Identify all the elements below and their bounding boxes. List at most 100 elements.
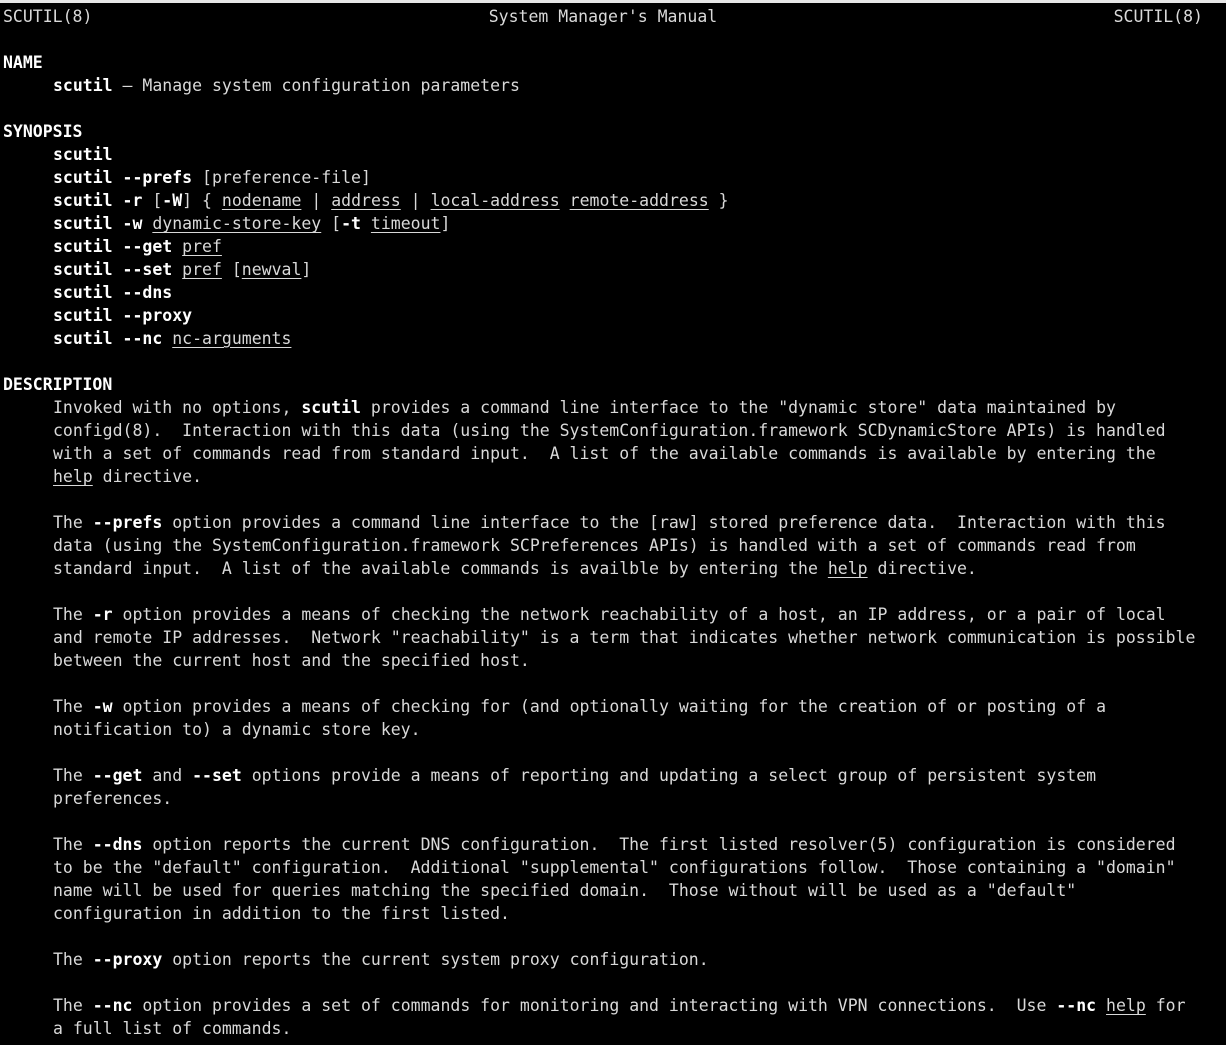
synopsis-line: scutil --proxy (3, 304, 1218, 327)
synopsis-text (142, 214, 152, 233)
description-line: The --get and --set options provide a me… (3, 764, 1218, 787)
synopsis-flag: -W (162, 191, 183, 210)
synopsis-text: ] (440, 214, 451, 233)
synopsis-text: ] { (182, 191, 222, 210)
section-heading-name: NAME (3, 53, 43, 72)
description-text: option provides a means of checking the … (112, 605, 1166, 624)
section-heading-synopsis: SYNOPSIS (3, 122, 83, 141)
description-text: The (53, 996, 93, 1015)
description-bold: -w (92, 697, 113, 716)
synopsis-arg: timeout (370, 214, 441, 233)
description-text: option provides a command line interface… (162, 513, 1166, 532)
description-line: configd(8). Interaction with this data (… (53, 421, 1166, 440)
description-line: preferences. (53, 789, 173, 808)
synopsis-arg: pref (182, 237, 222, 256)
synopsis-command: scutil --dns (53, 283, 173, 302)
synopsis-arg: local-address (430, 191, 560, 210)
synopsis-arg: address (331, 191, 401, 210)
description-text: option provides a set of commands for mo… (132, 996, 1057, 1015)
synopsis-line: scutil -w dynamic-store-key [-t timeout] (3, 212, 1218, 235)
description-bold: -r (92, 605, 113, 624)
synopsis-text: | (301, 191, 332, 210)
description-text: and (142, 766, 193, 785)
description-text: Invoked with no options, (53, 398, 302, 417)
description-text (1096, 996, 1106, 1015)
description-text: standard input. A list of the available … (53, 559, 828, 578)
synopsis-arg: pref (182, 260, 222, 279)
description-bold: --set (192, 766, 242, 785)
description-text: option reports the current system proxy … (162, 950, 709, 969)
description-text: The (53, 697, 93, 716)
description-bold: --nc (1056, 996, 1097, 1015)
description-line: help directive. (3, 465, 1218, 488)
terminal-man-page[interactable]: SCUTIL(8) System Manager's Manual SCUTIL… (3, 5, 1218, 1040)
synopsis-arg: newval (241, 260, 302, 279)
description-text: directive. (92, 467, 203, 486)
synopsis-line: scutil --prefs [preference-file] (3, 166, 1218, 189)
synopsis-text (560, 191, 570, 210)
synopsis-text (172, 260, 182, 279)
description-text: The (53, 605, 93, 624)
description-line: data (using the SystemConfiguration.fram… (53, 536, 1136, 555)
synopsis-command: scutil --prefs (53, 168, 193, 187)
synopsis-arg: remote-address (569, 191, 709, 210)
description-line: name will be used for queries matching t… (53, 881, 1077, 900)
window-top-edge (0, 0, 1226, 3)
description-text: provides a command line interface to the… (360, 398, 1116, 417)
description-underlined: help (827, 559, 868, 578)
synopsis-line: scutil -r [-W] { nodename | address | lo… (3, 189, 1218, 212)
description-text: for (1145, 996, 1186, 1015)
description-text: The (53, 513, 93, 532)
synopsis-command: scutil (53, 145, 113, 164)
synopsis-text: } (708, 191, 729, 210)
command-name: scutil (53, 76, 113, 95)
man-header: SCUTIL(8) System Manager's Manual SCUTIL… (3, 5, 1203, 28)
description-underlined: help (1106, 996, 1146, 1015)
description-text: directive. (867, 559, 977, 578)
description-bold: --proxy (92, 950, 163, 969)
description-line: with a set of commands read from standar… (53, 444, 1156, 463)
description-line: The --proxy option reports the current s… (3, 948, 1218, 971)
description-line: between the current host and the specifi… (53, 651, 530, 670)
man-header-right: SCUTIL(8) (1113, 7, 1203, 26)
name-line: scutil – Manage system configuration par… (3, 74, 1218, 97)
synopsis-flag: -t (341, 214, 361, 233)
section-heading-description: DESCRIPTION (3, 375, 113, 394)
description-line: configuration in addition to the first l… (53, 904, 510, 923)
synopsis-line: scutil --set pref [newval] (3, 258, 1218, 281)
synopsis-line: scutil --nc nc-arguments (3, 327, 1218, 350)
description-line: Invoked with no options, scutil provides… (3, 396, 1218, 419)
synopsis-args: [preference-file] (192, 168, 371, 187)
description-text: option provides a means of checking for … (112, 697, 1107, 716)
synopsis-command: scutil --get (53, 237, 173, 256)
description-text: options provide a means of reporting and… (241, 766, 1097, 785)
synopsis-text: | (400, 191, 431, 210)
synopsis-line: scutil (3, 143, 1218, 166)
description-text: The (53, 766, 93, 785)
man-header-center: System Manager's Manual (488, 7, 718, 26)
synopsis-command: scutil -w (53, 214, 143, 233)
description-line: The --dns option reports the current DNS… (3, 833, 1218, 856)
name-description: – Manage system configuration parameters (112, 76, 520, 95)
synopsis-text: [ (221, 260, 242, 279)
synopsis-arg: dynamic-store-key (152, 214, 322, 233)
description-line: The --nc option provides a set of comman… (3, 994, 1218, 1017)
synopsis-command: scutil --set (53, 260, 173, 279)
description-line: standard input. A list of the available … (3, 557, 1218, 580)
synopsis-text (172, 237, 182, 256)
description-bold: scutil (301, 398, 361, 417)
synopsis-text: [ (321, 214, 342, 233)
man-header-left: SCUTIL(8) (3, 7, 93, 26)
description-underlined: help (53, 467, 93, 486)
synopsis-arg: nc-arguments (172, 329, 292, 348)
